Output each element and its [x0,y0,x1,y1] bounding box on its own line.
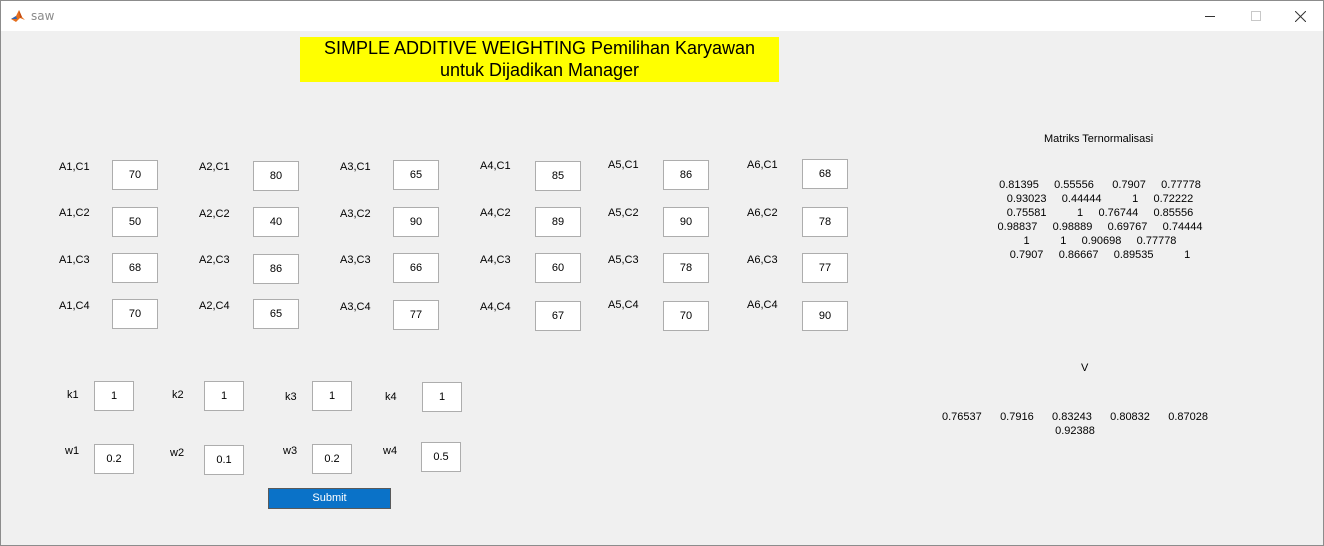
input-a2-c4[interactable] [253,299,299,329]
label-a3-c1: A3,C1 [340,161,371,173]
close-icon [1294,10,1306,22]
window-title: saw [31,9,55,23]
input-a1-c1[interactable] [112,160,158,190]
close-button[interactable] [1277,1,1323,31]
label-a2-c2: A2,C2 [199,208,230,220]
input-a4-c2[interactable] [535,207,581,237]
label-a5-c1: A5,C1 [608,159,639,171]
input-k3[interactable] [312,381,352,411]
normalized-row-5: 1 1 0.90698 0.77778 [1023,235,1177,247]
input-a6-c2[interactable] [802,207,848,237]
input-a5-c3[interactable] [663,253,709,283]
input-a2-c2[interactable] [253,207,299,237]
label-w2: w2 [170,447,185,459]
label-a2-c1: A2,C1 [199,161,230,173]
label-w3: w3 [283,445,298,457]
label-a4-c3: A4,C3 [480,254,511,266]
normalized-row-4: 0.98837 0.98889 0.69767 0.74444 [997,221,1203,233]
input-a1-c4[interactable] [112,299,158,329]
input-w1[interactable] [94,444,134,474]
input-w2[interactable] [204,445,244,475]
label-a6-c1: A6,C1 [747,159,778,171]
label-a3-c2: A3,C2 [340,208,371,220]
input-w4[interactable] [421,442,461,472]
input-a6-c1[interactable] [802,159,848,189]
label-w1: w1 [65,445,80,457]
result-title: V [1081,362,1089,374]
label-k3: k3 [285,391,297,403]
input-a4-c3[interactable] [535,253,581,283]
input-a6-c3[interactable] [802,253,848,283]
page-heading: SIMPLE ADDITIVE WEIGHTING Pemilihan Kary… [300,37,779,82]
input-a1-c3[interactable] [112,253,158,283]
label-a1-c3: A1,C3 [59,254,90,266]
label-a4-c1: A4,C1 [480,160,511,172]
label-a4-c2: A4,C2 [480,207,511,219]
heading-line-1: SIMPLE ADDITIVE WEIGHTING Pemilihan Kary… [323,38,756,58]
input-k1[interactable] [94,381,134,411]
label-a5-c4: A5,C4 [608,299,639,311]
input-a2-c3[interactable] [253,254,299,284]
maximize-icon [1251,11,1261,21]
submit-button[interactable]: Submit [268,488,391,509]
label-k4: k4 [385,391,397,403]
input-k4[interactable] [422,382,462,412]
result-line-2: 0.92388 [1055,425,1095,437]
label-w4: w4 [383,445,398,457]
input-a3-c4[interactable] [393,300,439,330]
label-a2-c3: A2,C3 [199,254,230,266]
normalized-row-2: 0.93023 0.44444 1 0.72222 [1006,193,1194,205]
input-a5-c4[interactable] [663,301,709,331]
input-a3-c3[interactable] [393,253,439,283]
input-a5-c2[interactable] [663,207,709,237]
minimize-icon [1205,16,1215,17]
label-a1-c4: A1,C4 [59,300,90,312]
label-a6-c3: A6,C3 [747,254,778,266]
label-a4-c4: A4,C4 [480,301,511,313]
label-k2: k2 [172,389,184,401]
label-a5-c3: A5,C3 [608,254,639,266]
label-a2-c4: A2,C4 [199,300,230,312]
normalized-row-3: 0.75581 1 0.76744 0.85556 [1006,207,1194,219]
label-a5-c2: A5,C2 [608,207,639,219]
input-a3-c1[interactable] [393,160,439,190]
input-a2-c1[interactable] [253,161,299,191]
input-a4-c4[interactable] [535,301,581,331]
input-a6-c4[interactable] [802,301,848,331]
result-line-1: 0.76537 0.7916 0.83243 0.80832 0.87028 [941,411,1209,423]
title-bar: saw [1,1,1323,31]
label-a1-c2: A1,C2 [59,207,90,219]
input-a3-c2[interactable] [393,207,439,237]
normalized-row-6: 0.7907 0.86667 0.89535 1 [1009,249,1191,261]
label-k1: k1 [67,389,79,401]
input-a1-c2[interactable] [112,207,158,237]
label-a1-c1: A1,C1 [59,161,90,173]
label-a6-c4: A6,C4 [747,299,778,311]
normalized-row-1: 0.81395 0.55556 0.7907 0.77778 [999,179,1201,191]
minimize-button[interactable] [1187,1,1233,31]
normalized-matrix-title: Matriks Ternormalisasi [1044,133,1154,145]
label-a6-c2: A6,C2 [747,207,778,219]
label-a3-c4: A3,C4 [340,301,371,313]
matlab-icon [10,8,26,24]
input-a5-c1[interactable] [663,160,709,190]
input-a4-c1[interactable] [535,161,581,191]
maximize-button[interactable] [1233,1,1279,31]
input-w3[interactable] [312,444,352,474]
heading-line-2: untuk Dijadikan Manager [439,60,640,80]
label-a3-c3: A3,C3 [340,254,371,266]
input-k2[interactable] [204,381,244,411]
